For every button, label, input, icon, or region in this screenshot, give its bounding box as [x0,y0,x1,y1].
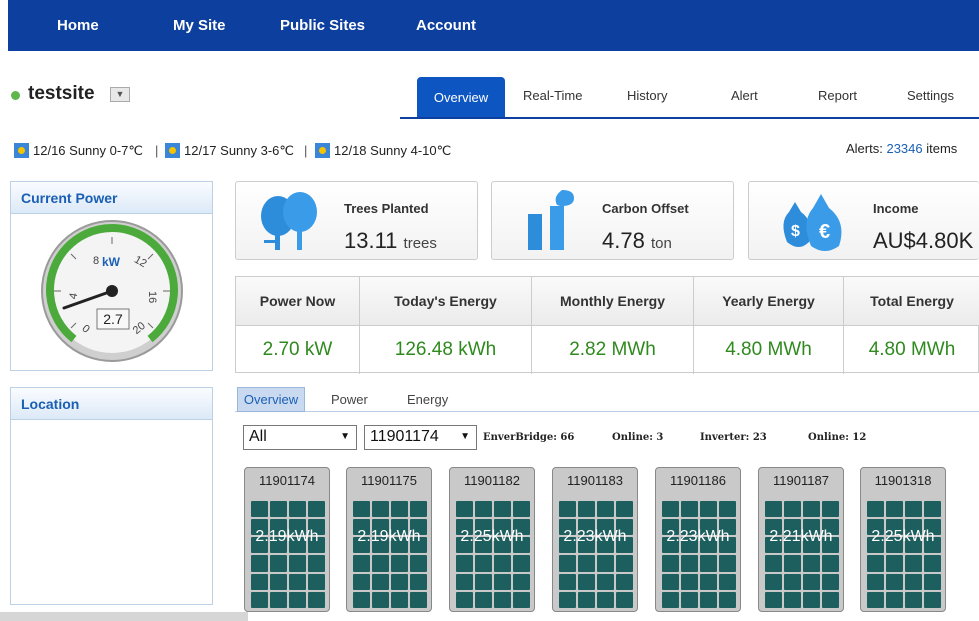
solar-panel-icon [456,501,530,608]
inverter-tile[interactable]: 11901187 2.21kWh [758,467,844,612]
money-bag-icon: $ € [783,194,842,251]
chevron-down-icon: ▼ [340,431,350,442]
enverbridge-online: Online: 3 [612,432,664,443]
nav-account[interactable]: Account [416,17,476,34]
energy-stats-table: Power Now 2.70 kW Today's Energy 126.48 … [235,276,979,374]
inverter-tile[interactable]: 11901175 2.19kWh [346,467,432,612]
group-select[interactable]: All ▼ [243,425,357,450]
tab-real-time[interactable]: Real-Time [523,88,582,103]
alerts-label: Alerts: [846,141,883,156]
inverter-id: 11901174 [259,473,315,488]
enverbridge-count: EnverBridge: 66 [483,432,575,443]
solar-panel-icon [867,501,941,608]
inverter-energy: 2.19kWh [357,528,421,545]
card-income: $ € Income AU$4.80K [748,181,979,260]
solar-panel-icon [765,501,839,608]
inverter-tile[interactable]: 11901318 2.25kWh [860,467,946,612]
card-carbon-offset: Carbon Offset 4.78 ton [491,181,734,260]
alerts-unit: items [926,141,958,156]
inverter-tile[interactable]: 11901182 2.25kWh [449,467,535,612]
site-status-icon [11,91,20,100]
inverter-id: 11901182 [464,473,520,488]
sunny-icon [14,143,29,158]
card-carbon-label: Carbon Offset [602,201,689,216]
card-trees-planted: Trees Planted 13.11 trees [235,181,478,260]
inverter-tile[interactable]: 11901186 2.23kWh [655,467,741,612]
inverter-tile[interactable]: 11901183 2.23kWh [552,467,638,612]
current-power-title: Current Power [11,182,212,214]
factory-icon [528,190,574,250]
location-panel: Location [10,387,213,605]
inverter-energy: 2.25kWh [871,528,935,545]
power-gauge: 8 12 4 16 0 20 kW 2.7 [41,220,183,362]
svg-text:€: € [819,221,830,243]
nav-public-sites[interactable]: Public Sites [280,17,365,34]
nav-my-site[interactable]: My Site [173,17,226,34]
card-income-value: AU$4.80K [873,228,974,253]
stat-power-now: Power Now 2.70 kW [236,277,360,374]
solar-panel-icon [559,501,633,608]
inverter-count: Inverter: 23 [700,432,767,443]
tab-overview[interactable]: Overview [417,77,505,118]
weather-separator: | [155,143,159,158]
inverter-energy: 2.21kWh [769,528,833,545]
solar-panel-icon [662,501,736,608]
stat-today-energy: Today's Energy 126.48 kWh [360,277,532,374]
weather-day-3: 12/18 Sunny 4-10℃ [334,143,452,158]
site-name: testsite [28,83,95,104]
sunny-icon [165,143,180,158]
card-income-label: Income [873,201,919,216]
site-dropdown-icon[interactable]: ▼ [110,87,130,102]
chevron-down-icon: ▼ [460,431,470,442]
inverter-online: Online: 12 [808,432,867,443]
inverter-id: 11901186 [670,473,726,488]
current-power-panel: Current Power 8 12 4 16 0 20 kW 2.7 [10,181,213,371]
stat-yearly-energy: Yearly Energy 4.80 MWh [694,277,844,374]
card-trees-label: Trees Planted [344,201,429,216]
inverter-energy: 2.19kWh [255,528,319,545]
tab-alert[interactable]: Alert [731,88,758,103]
gauge-value: 2.7 [103,311,123,327]
inverter-id: 11901187 [773,473,829,488]
sunny-icon [315,143,330,158]
stat-monthly-energy: Monthly Energy 2.82 MWh [532,277,694,374]
tab-history[interactable]: History [627,88,667,103]
weather-day-1: 12/16 Sunny 0-7℃ [33,143,144,158]
device-select[interactable]: 11901174 ▼ [364,425,477,450]
inverter-id: 11901183 [567,473,623,488]
nav-home[interactable]: Home [57,17,99,34]
gauge-unit: kW [102,255,121,269]
inverter-id: 11901318 [874,473,932,488]
horizontal-scrollbar[interactable] [0,612,248,621]
alerts-count[interactable]: 23346 [886,141,922,156]
inverter-energy: 2.23kWh [666,528,730,545]
subtab-power[interactable]: Power [331,392,368,407]
solar-panel-icon [251,501,325,608]
location-title: Location [11,388,212,420]
subtab-overview[interactable]: Overview [237,387,305,412]
tree-icon [261,192,317,250]
card-carbon-value: 4.78 ton [602,228,672,253]
card-trees-value: 13.11 trees [344,228,437,253]
svg-text:8: 8 [93,255,99,267]
inverter-energy: 2.25kWh [460,528,524,545]
solar-panel-icon [353,501,427,608]
tabs-underline [400,117,979,119]
weather-separator: | [304,143,308,158]
inverter-tile[interactable]: 11901174 2.19kWh [244,467,330,612]
top-nav: Home My Site Public Sites Account [8,0,979,51]
subtab-energy[interactable]: Energy [407,392,448,407]
svg-text:$: $ [791,223,800,240]
tab-report[interactable]: Report [818,88,857,103]
inverter-energy: 2.23kWh [563,528,627,545]
tab-settings[interactable]: Settings [907,88,954,103]
svg-text:16: 16 [146,291,158,303]
stat-total-energy: Total Energy 4.80 MWh [868,293,956,360]
alerts-summary: Alerts: 23346 items [846,141,957,156]
weather-day-2: 12/17 Sunny 3-6℃ [184,143,295,158]
inverter-id: 11901175 [361,473,417,488]
